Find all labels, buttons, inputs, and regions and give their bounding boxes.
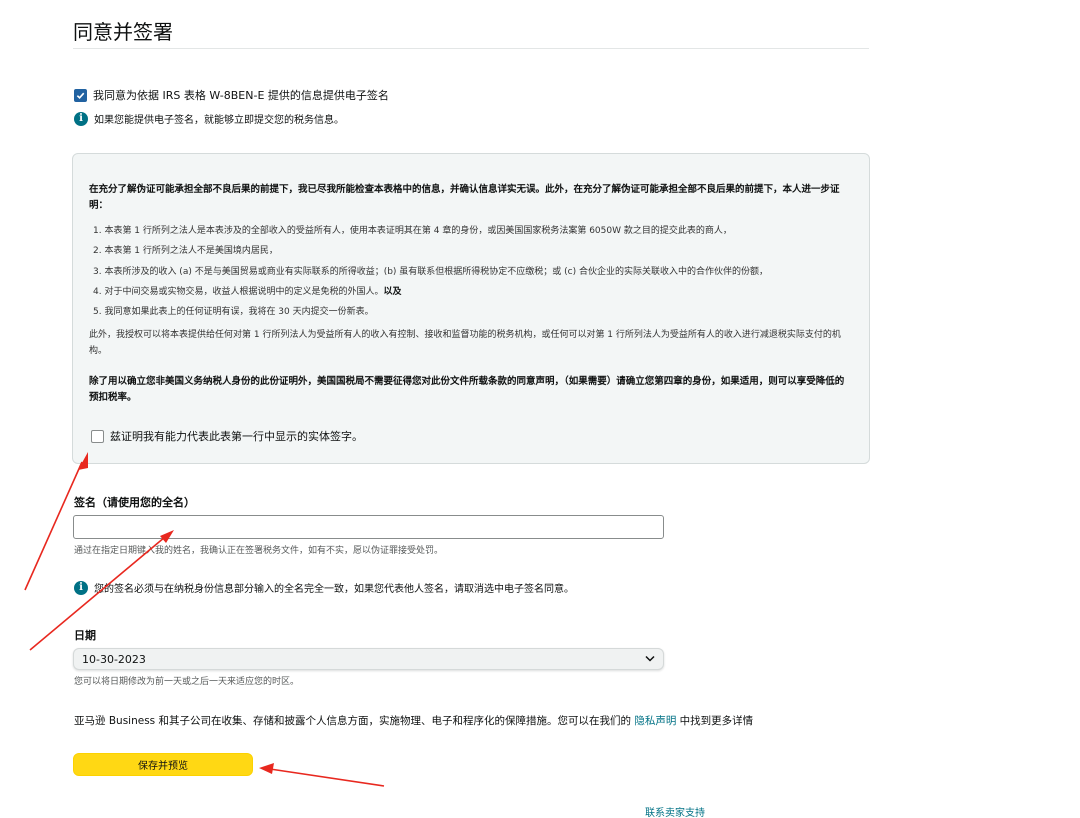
e-signature-consent-row[interactable]: 我同意为依据 IRS 表格 W-8BEN-E 提供的信息提供电子签名 [74, 87, 389, 103]
consent-info-text: 如果您能提供电子签名，就能够立即提交您的税务信息。 [94, 115, 344, 126]
certification-item-text: 4. 对于中间交易或实物交易，收益人根据说明中的定义是免税的外国人。 [93, 287, 384, 297]
contact-seller-support-link[interactable]: 联系卖家支持 [645, 804, 705, 818]
signature-info-message: i 您的签名必须与在纳税身份信息部分输入的全名完全一致，如果您代表他人签名，请取… [74, 580, 574, 595]
certification-intro: 在充分了解伪证可能承担全部不良后果的前提下，我已尽我所能检查本表格中的信息，并确… [89, 184, 840, 211]
signature-help-text: 通过在指定日期键入我的姓名，我确认正在签署税务文件，如有不实，愿以伪证罪接受处罚… [74, 546, 444, 556]
consent-checkbox[interactable] [74, 88, 87, 102]
certification-item: 2. 本表第 1 行所列之法人不是美国境内居民， [93, 246, 278, 256]
certification-item-suffix: 以及 [383, 287, 402, 297]
certification-item: 4. 对于中间交易或实物交易，收益人根据说明中的定义是免税的外国人。以及 [93, 285, 401, 299]
save-and-preview-button[interactable]: 保存并预览 [73, 753, 253, 776]
privacy-notice-link[interactable]: 隐私声明 [634, 715, 676, 727]
signature-info-text: 您的签名必须与在纳税身份信息部分输入的全名完全一致，如果您代表他人签名，请取消选… [94, 584, 574, 595]
date-selected-value: 10-30-2023 [82, 652, 146, 666]
signature-label: 签名（请使用您的全名） [74, 496, 195, 509]
consent-label: 我同意为依据 IRS 表格 W-8BEN-E 提供的信息提供电子签名 [93, 89, 389, 102]
privacy-text-before: 亚马逊 Business 和其子公司在收集、存储和披露个人信息方面，实施物理、电… [74, 715, 631, 727]
signature-input[interactable] [73, 515, 664, 539]
certification-item: 5. 我同意如果此表上的任何证明有误，我将在 30 天内提交一份新表。 [93, 307, 374, 317]
certification-box: 在充分了解伪证可能承担全部不良后果的前提下，我已尽我所能检查本表格中的信息，并确… [72, 153, 870, 464]
info-icon: i [74, 111, 88, 126]
authority-certify-row[interactable]: 兹证明我有能力代表此表第一行中显示的实体签字。 [91, 428, 363, 444]
certification-item: 3. 本表所涉及的收入 (a) 不是与美国贸易或商业有实际联系的所得收益；(b)… [93, 267, 768, 277]
certification-notice: 除了用以确立您非美国义务纳税人身份的此份证明外，美国国税局不需要征得您对此份文件… [89, 376, 845, 403]
consent-info-message: i 如果您能提供电子签名，就能够立即提交您的税务信息。 [74, 111, 344, 126]
privacy-text-after: 中找到更多详情 [679, 715, 754, 727]
title-divider [73, 48, 869, 49]
authority-checkbox-label: 兹证明我有能力代表此表第一行中显示的实体签字。 [110, 430, 363, 443]
date-help-text: 您可以将日期修改为前一天或之后一天来适应您的时区。 [74, 677, 300, 687]
date-label: 日期 [74, 629, 96, 642]
certification-authorization: 此外，我授权可以将本表提供给任何对第 1 行所列法人为受益所有人的收入有控制、接… [89, 330, 841, 356]
page-title: 同意并签署 [73, 20, 173, 44]
date-dropdown[interactable]: 10-30-2023 [73, 648, 664, 670]
certification-item: 1. 本表第 1 行所列之法人是本表涉及的全部收入的受益所有人，使用本表证明其在… [93, 226, 732, 236]
info-icon: i [74, 580, 88, 595]
checkmark-icon [76, 92, 85, 99]
chevron-down-icon [645, 654, 655, 665]
authority-checkbox[interactable] [91, 429, 104, 443]
privacy-statement: 亚马逊 Business 和其子公司在收集、存储和披露个人信息方面，实施物理、电… [74, 713, 753, 728]
